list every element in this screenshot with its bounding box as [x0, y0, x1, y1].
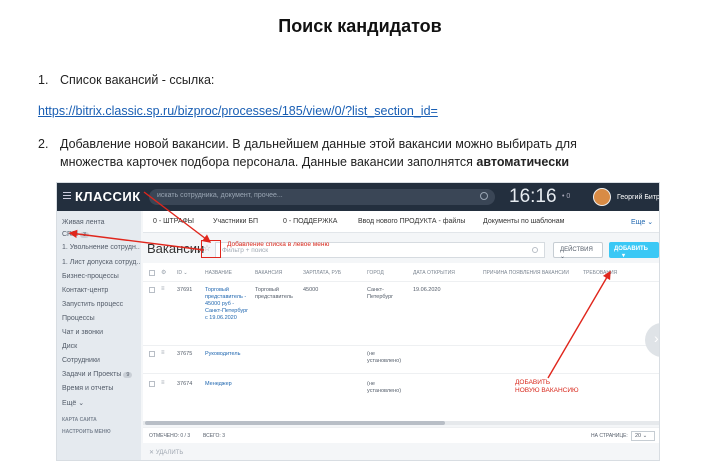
tab-more[interactable]: Еще ⌄: [631, 218, 653, 226]
table-footer: ОТМЕЧЕНО: 0 / 3 ВСЕГО: 3 НА СТРАНИЦЕ: 20…: [143, 427, 659, 443]
marked-count: ОТМЕЧЕНО: 0 / 3: [149, 433, 191, 439]
cell-city: (не установлено): [367, 381, 402, 394]
scrollbar-thumb[interactable]: [145, 421, 445, 425]
column-header[interactable]: ЗАРПЛАТА, РУБ: [303, 270, 341, 276]
bold-word: автоматически: [476, 155, 570, 169]
cell-vacancy: Торговый представитель: [255, 287, 293, 300]
cell-id: 37691: [177, 287, 193, 293]
sidebar-item-time[interactable]: Время и отчеты: [62, 385, 140, 392]
document-title: Поиск кандидатов: [278, 16, 442, 36]
row-checkbox[interactable]: [149, 381, 155, 387]
cell-salary: 45000: [303, 287, 319, 293]
sidebar: Живая лента CRM 3 1. Увольнение сотрудн..…: [57, 211, 141, 460]
sidebar-item-employees[interactable]: Сотрудники: [62, 357, 140, 364]
item-text: Список вакансий - ссылка:: [60, 73, 215, 87]
search-placeholder: искать сотрудника, документ, прочее...: [157, 192, 283, 199]
tasks-badge: 9: [123, 372, 133, 378]
cell-date: 19.06.2020: [413, 287, 441, 293]
sidebar-item-disk[interactable]: Диск: [62, 343, 140, 350]
cell-name[interactable]: Руководитель: [205, 351, 240, 358]
list-item-2: 2. Добавление новой вакансии. В дальнейше…: [38, 135, 698, 171]
per-page-select[interactable]: 20 ⌄: [631, 431, 655, 441]
actions-button[interactable]: ДЕЙСТВИЯ ⌄: [553, 242, 603, 260]
embedded-screenshot: КЛАССИК искать сотрудника, документ, про…: [56, 182, 660, 461]
tab-templates[interactable]: Документы по шаблонам: [483, 218, 565, 225]
column-header[interactable]: ТРЕБОВАНИЯ: [583, 270, 617, 276]
column-header[interactable]: ID ⌄: [177, 270, 188, 276]
sidebar-item-chat[interactable]: Чат и звонки: [62, 329, 140, 336]
total-count: ВСЕГО: 3: [203, 433, 225, 439]
row-menu-icon[interactable]: ≡: [161, 380, 167, 386]
sidebar-item-dismissal[interactable]: 1. Увольнение сотрудн...: [62, 244, 140, 251]
row-menu-icon[interactable]: ≡: [161, 286, 167, 292]
delete-button[interactable]: ✕ УДАЛИТЬ: [149, 449, 183, 456]
item-number: 2.: [38, 137, 49, 151]
crm-badge: 3: [79, 232, 90, 238]
annotation-line: ДОБАВИТЬ: [515, 379, 551, 386]
cell-id: 37674: [177, 381, 193, 387]
item-text-line2: множества карточек подбора персонала. Да…: [60, 155, 473, 169]
column-header[interactable]: ДАТА ОТКРЫТИЯ: [413, 270, 455, 276]
notifications-counter[interactable]: • 0: [562, 193, 570, 200]
per-page-label: НА СТРАНИЦЕ:: [591, 433, 628, 439]
gear-icon[interactable]: ⚙: [161, 269, 167, 276]
chevron-right-icon: ›: [654, 330, 659, 346]
search-icon[interactable]: [480, 192, 488, 200]
sidebar-item-crm[interactable]: CRM 3: [62, 231, 140, 238]
list-item-1: 1. Список вакансий - ссылка:: [38, 73, 214, 87]
row-checkbox[interactable]: [149, 351, 155, 357]
sidebar-item-label: CRM: [62, 231, 78, 238]
highlight-box: [201, 240, 221, 258]
item-number: 1.: [38, 73, 49, 87]
column-header[interactable]: ВАКАНСИЯ: [255, 270, 282, 276]
row-checkbox[interactable]: [149, 287, 155, 293]
chevron-down-icon[interactable]: ▾: [622, 253, 625, 259]
top-bar: КЛАССИК искать сотрудника, документ, про…: [57, 183, 659, 211]
page-title: Вакансии: [147, 241, 205, 256]
add-button[interactable]: ДОБАВИТЬ ▾: [609, 242, 659, 259]
vacancy-list-link[interactable]: https://bitrix.classic.sp.ru/bizproc/pro…: [38, 104, 438, 118]
annotation-add-vacancy: ДОБАВИТЬ НОВУЮ ВАКАНСИЮ: [515, 379, 579, 395]
sidebar-item-admission[interactable]: 1. Лист допуска сотруд...: [62, 259, 140, 266]
vacancy-table: ⚙ ID ⌄ НАЗВАНИЕ ВАКАНСИЯ ЗАРПЛАТА, РУБ Г…: [143, 263, 659, 421]
portal-logo[interactable]: КЛАССИК: [75, 189, 141, 204]
menu-icon[interactable]: [63, 192, 71, 200]
add-label: ДОБАВИТЬ: [614, 246, 648, 252]
sidebar-item-processes[interactable]: Процессы: [62, 315, 140, 322]
global-search-input[interactable]: искать сотрудника, документ, прочее...: [149, 189, 495, 205]
sidebar-item-configure-menu[interactable]: НАСТРОИТЬ МЕНЮ: [62, 429, 140, 435]
tab-support[interactable]: 0 - ПОДДЕРЖКА: [283, 218, 337, 225]
sidebar-item-more[interactable]: Ещё ⌄: [62, 399, 140, 407]
clock: 16:16: [509, 186, 557, 207]
cell-id: 37675: [177, 351, 193, 357]
item-text-line1: Добавление новой вакансии. В дальнейшем …: [60, 137, 577, 151]
sidebar-item-contact-center[interactable]: Контакт-центр: [62, 287, 140, 294]
annotation-add-to-menu: Добавление списка в левое меню: [227, 241, 330, 248]
annotation-line: НОВУЮ ВАКАНСИЮ: [515, 387, 579, 394]
sidebar-item-label: Задачи и Проекты: [62, 371, 122, 378]
column-header[interactable]: ГОРОД: [367, 270, 384, 276]
cell-name[interactable]: Менеджер: [205, 381, 232, 388]
sidebar-item-run-process[interactable]: Запустить процесс: [62, 301, 140, 308]
cell-name[interactable]: Торговый представитель - 45000 руб - Сан…: [205, 287, 249, 322]
sidebar-item-sitemap[interactable]: КАРТА САЙТА: [62, 417, 140, 423]
sidebar-item-tasks[interactable]: Задачи и Проекты 9: [62, 371, 140, 378]
select-all-checkbox[interactable]: [149, 270, 155, 276]
cell-city: Санкт-Петербург: [367, 287, 394, 300]
user-menu[interactable]: Георгий Битрикс ⌄: [617, 193, 659, 201]
tab-fines[interactable]: 0 - ШТРАФЫ: [153, 218, 194, 225]
sidebar-item-feed[interactable]: Живая лента: [62, 219, 140, 226]
avatar[interactable]: [593, 188, 611, 206]
sidebar-item-bp[interactable]: Бизнес-процессы: [62, 273, 140, 280]
search-icon[interactable]: [532, 247, 538, 253]
tab-participants[interactable]: Участники БП: [213, 218, 258, 225]
row-menu-icon[interactable]: ≡: [161, 350, 167, 356]
tab-bar: 0 - ШТРАФЫ Участники БП 0 - ПОДДЕРЖКА Вв…: [143, 211, 659, 233]
cell-city: (не установлено): [367, 351, 402, 364]
horizontal-scrollbar[interactable]: [143, 421, 659, 425]
tab-new-product[interactable]: Ввод нового ПРОДУКТА - файлы: [358, 218, 465, 225]
column-header[interactable]: НАЗВАНИЕ: [205, 270, 232, 276]
column-header[interactable]: ПРИЧИНА ПОЯВЛЕНИЯ ВАКАНСИИ: [483, 270, 569, 276]
